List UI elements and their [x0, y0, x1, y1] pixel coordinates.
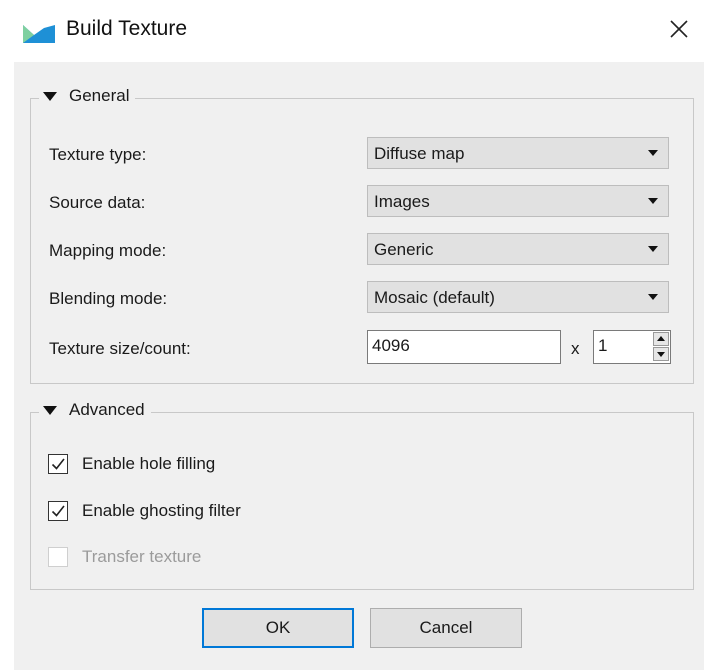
checkbox-box: [48, 501, 68, 521]
enable-hole-filling-checkbox[interactable]: Enable hole filling: [48, 454, 215, 474]
texture-size-count-label: Texture size/count:: [49, 339, 191, 358]
dropdown-arrow-icon: [648, 246, 658, 252]
enable-ghosting-filter-checkbox[interactable]: Enable ghosting filter: [48, 501, 241, 521]
checkbox-label: Transfer texture: [82, 547, 202, 566]
general-group-toggle[interactable]: General: [39, 86, 136, 106]
close-icon[interactable]: [664, 14, 694, 44]
transfer-texture-checkbox[interactable]: Transfer texture: [48, 547, 201, 567]
texture-type-label: Texture type:: [49, 145, 147, 164]
advanced-header: Advanced: [69, 400, 145, 419]
ok-button[interactable]: OK: [202, 608, 354, 648]
checkmark-icon: [51, 458, 65, 470]
source-data-select[interactable]: Images: [367, 185, 669, 217]
texture-count-spinbox[interactable]: 1: [593, 330, 671, 364]
cancel-button[interactable]: Cancel: [370, 608, 522, 648]
mapping-mode-value: Generic: [374, 240, 434, 259]
dropdown-arrow-icon: [648, 150, 658, 156]
checkbox-box: [48, 547, 68, 567]
general-header: General: [69, 86, 130, 105]
texture-size-input[interactable]: 4096: [367, 330, 561, 364]
advanced-group-toggle[interactable]: Advanced: [39, 400, 151, 420]
general-group: General Texture type: Diffuse map Source…: [30, 86, 694, 384]
texture-size-value: 4096: [372, 336, 410, 355]
mapping-mode-select[interactable]: Generic: [367, 233, 669, 265]
checkbox-box: [48, 454, 68, 474]
checkmark-icon: [51, 505, 65, 517]
build-texture-app-icon: [23, 25, 55, 43]
size-count-separator: x: [571, 339, 580, 358]
blending-mode-select[interactable]: Mosaic (default): [367, 281, 669, 313]
title-bar: Build Texture: [0, 0, 704, 62]
source-data-label: Source data:: [49, 193, 146, 212]
spin-buttons: [653, 332, 669, 362]
collapse-triangle-icon: [43, 91, 57, 101]
dropdown-arrow-icon: [648, 294, 658, 300]
dialog-body: General Texture type: Diffuse map Source…: [14, 62, 704, 670]
checkbox-label: Enable ghosting filter: [82, 501, 241, 520]
checkbox-label: Enable hole filling: [82, 454, 216, 473]
spin-up-icon[interactable]: [653, 332, 669, 346]
texture-type-select[interactable]: Diffuse map: [367, 137, 669, 169]
mapping-mode-label: Mapping mode:: [49, 241, 167, 260]
blending-mode-label: Blending mode:: [49, 289, 168, 308]
window-title: Build Texture: [66, 17, 188, 40]
blending-mode-value: Mosaic (default): [374, 288, 495, 307]
spin-down-icon[interactable]: [653, 347, 669, 361]
collapse-triangle-icon: [43, 405, 57, 415]
dropdown-arrow-icon: [648, 198, 658, 204]
source-data-value: Images: [374, 192, 430, 211]
texture-count-value: 1: [598, 336, 608, 355]
texture-type-value: Diffuse map: [374, 144, 465, 163]
